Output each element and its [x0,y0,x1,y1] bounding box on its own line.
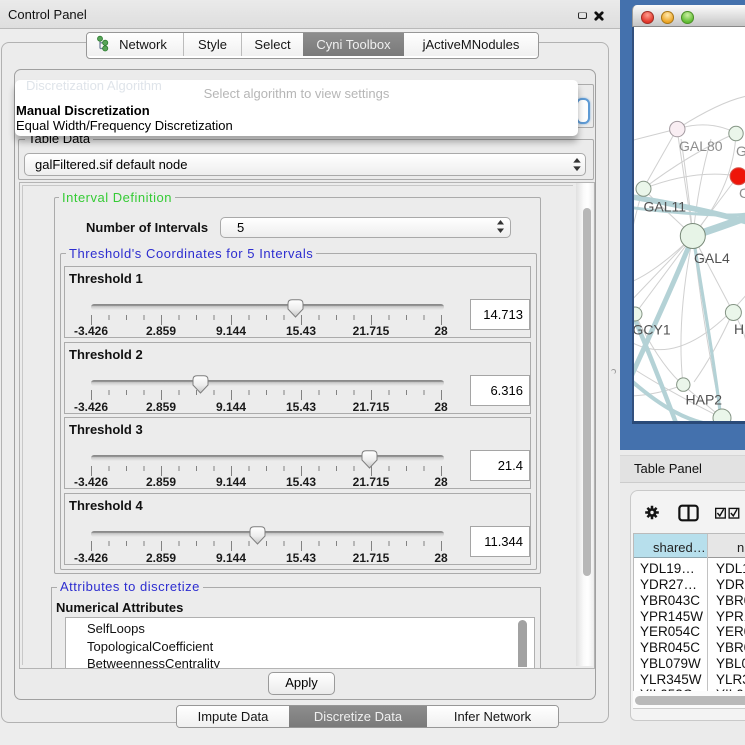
svg-text:GAL80: GAL80 [679,138,723,154]
svg-text:C: C [739,185,745,201]
svg-text:GAL11: GAL11 [644,199,687,215]
svg-text:HAP2: HAP2 [686,392,723,408]
svg-text:GAL4: GAL4 [694,250,730,266]
svg-text:H: H [734,321,744,337]
svg-text:G.: G. [736,143,745,159]
svg-text:GCY1: GCY1 [634,322,671,338]
